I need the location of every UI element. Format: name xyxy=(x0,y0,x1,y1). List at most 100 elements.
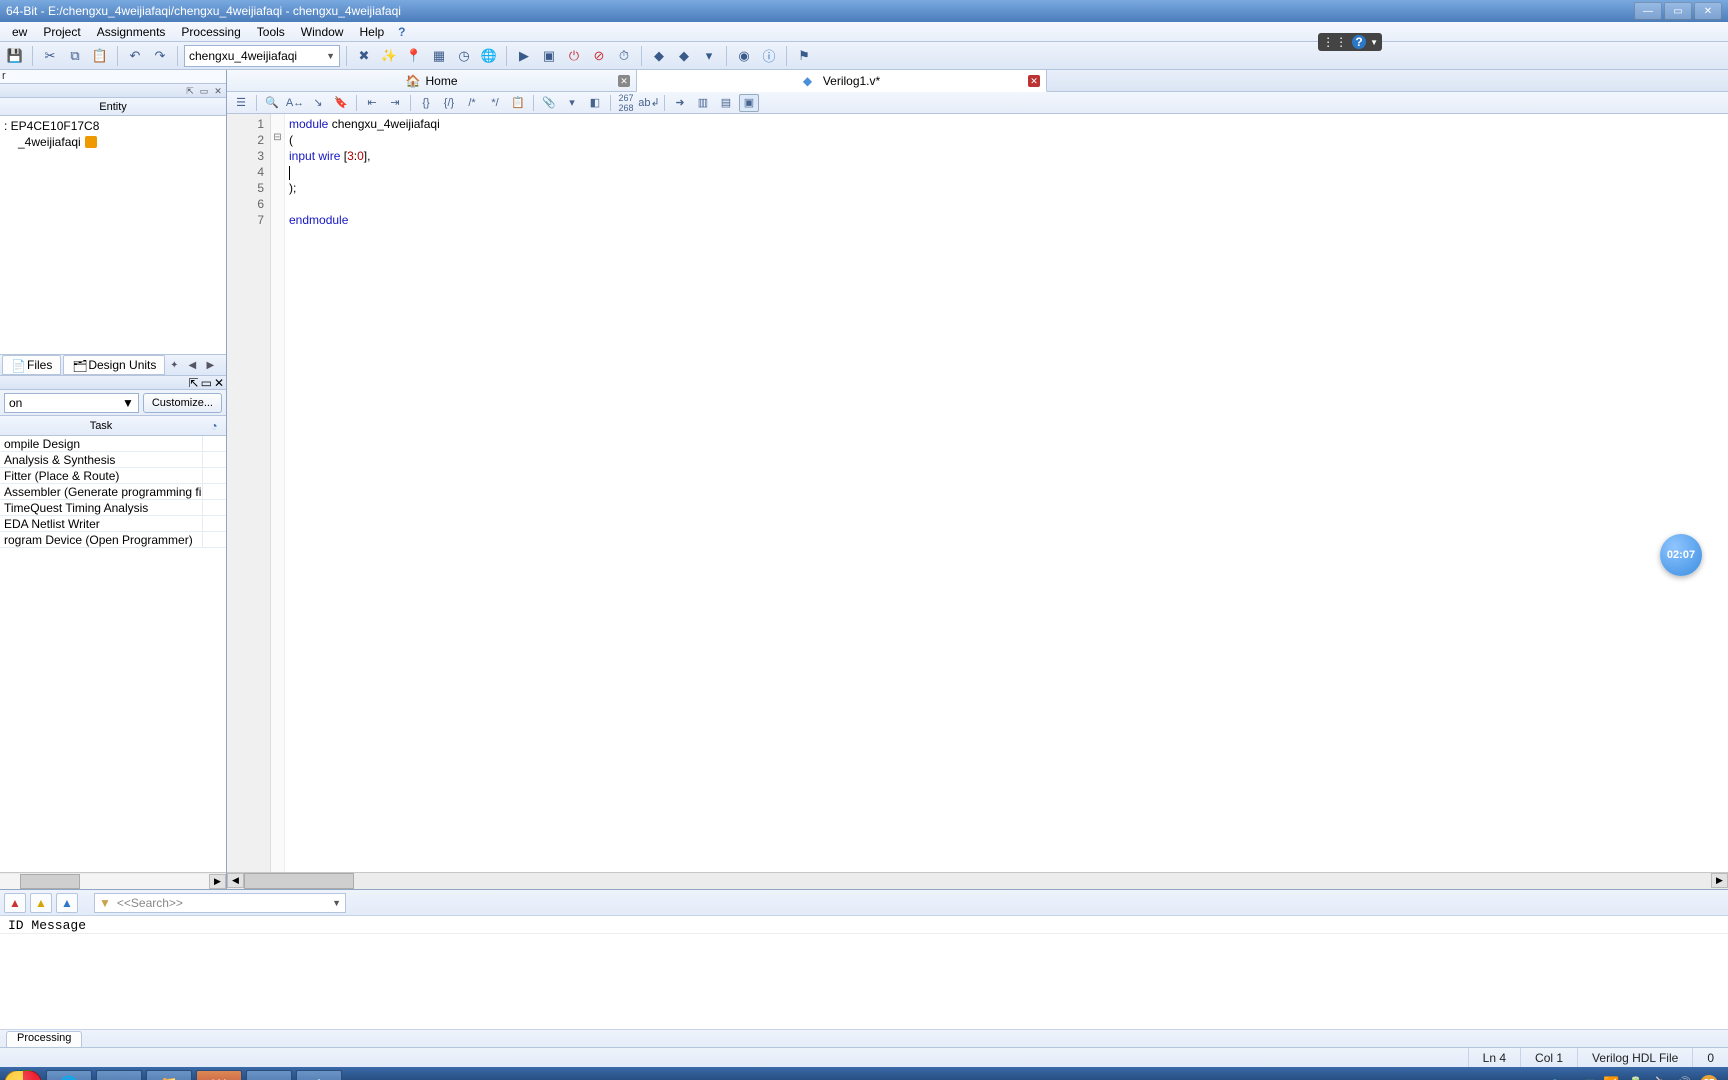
task-row[interactable]: ompile Design xyxy=(0,436,226,452)
close-panel-icon[interactable]: ✕ xyxy=(214,376,224,390)
split-v-icon[interactable]: ▤ xyxy=(716,94,736,112)
menu-project[interactable]: Project xyxy=(35,23,88,41)
tray-volume-icon[interactable]: 🔊 xyxy=(1676,1076,1692,1080)
insert-icon[interactable]: ▾ xyxy=(562,94,582,112)
settings-icon[interactable]: ✖ xyxy=(353,45,375,67)
nav-fwd-icon[interactable]: ◆ xyxy=(673,45,695,67)
menu-help[interactable]: Help xyxy=(351,23,392,41)
task-row[interactable]: Fitter (Place & Route) xyxy=(0,468,226,484)
tab-design-units[interactable]: 🗂 Design Units xyxy=(63,355,165,375)
comment-icon[interactable]: {} xyxy=(416,94,436,112)
messages-search[interactable]: ▼ <<Search>> ▼ xyxy=(94,893,346,913)
task-row[interactable]: Analysis & Synthesis xyxy=(0,452,226,468)
tab-processing[interactable]: Processing xyxy=(6,1031,82,1047)
taskbar-app-ie[interactable]: e xyxy=(96,1070,142,1080)
tab-scroll-right[interactable]: ▶ xyxy=(201,360,219,371)
menu-window[interactable]: Window xyxy=(293,23,352,41)
tab-home[interactable]: 🏠 Home ✕ xyxy=(227,70,637,91)
close-panel-icon[interactable]: ✕ xyxy=(212,86,224,96)
help-icon[interactable]: ? xyxy=(398,25,405,39)
tray-network-icon[interactable]: 📶 xyxy=(1603,1076,1619,1080)
taskbar-app-wps[interactable]: W xyxy=(196,1070,242,1080)
flag-icon[interactable]: ⚑ xyxy=(793,45,815,67)
tab-scroll-misc[interactable]: ✦ xyxy=(165,360,183,371)
tray-sync-icon[interactable]: ◐ xyxy=(1568,1076,1576,1080)
goto-icon[interactable]: ↘ xyxy=(308,94,328,112)
taskbar-app-browser[interactable]: 🌐 xyxy=(46,1070,92,1080)
tray-battery-icon[interactable]: 🔋 xyxy=(1627,1076,1643,1080)
nav-back-icon[interactable]: ◆ xyxy=(648,45,670,67)
scrollbar-thumb[interactable] xyxy=(20,874,80,889)
clock-icon[interactable]: ◷ xyxy=(453,45,475,67)
customize-button[interactable]: Customize... xyxy=(143,393,222,413)
filter-info-button[interactable]: ▲ xyxy=(56,893,78,913)
tray-power-icon[interactable]: 🔌 xyxy=(1652,1076,1668,1080)
paste-icon[interactable]: 📋 xyxy=(89,45,111,67)
analyze-icon[interactable]: ⊘ xyxy=(588,45,610,67)
messages-list[interactable] xyxy=(0,934,1728,1029)
filter-error-button[interactable]: ▲ xyxy=(4,893,26,913)
fold-column[interactable]: ⊟ xyxy=(271,114,285,872)
dropdown-icon[interactable]: ▼ xyxy=(1370,38,1378,47)
wrap-icon[interactable]: ab↲ xyxy=(639,94,659,112)
debug-icon[interactable]: ▣ xyxy=(538,45,560,67)
start-button[interactable] xyxy=(4,1070,42,1080)
outdent-icon[interactable]: ⇤ xyxy=(362,94,382,112)
template-icon[interactable]: 📋 xyxy=(508,94,528,112)
cut-icon[interactable]: ✂ xyxy=(39,45,61,67)
scroll-right-icon[interactable]: ▶ xyxy=(1711,873,1728,888)
detach-icon[interactable]: ▭ xyxy=(201,376,212,390)
find-icon[interactable]: 🔍 xyxy=(262,94,282,112)
help-bubble-icon[interactable]: ? xyxy=(1352,35,1366,49)
tray-up-icon[interactable]: ▲ xyxy=(1528,1076,1541,1080)
task-row[interactable]: TimeQuest Timing Analysis xyxy=(0,500,226,516)
task-row[interactable]: Assembler (Generate programming files) xyxy=(0,484,226,500)
task-row[interactable]: rogram Device (Open Programmer) xyxy=(0,532,226,548)
tab-verilog-file[interactable]: ◆ Verilog1.v* ✕ xyxy=(637,70,1047,92)
close-tab-icon[interactable]: ✕ xyxy=(1028,75,1040,87)
copy-icon[interactable]: ⧉ xyxy=(64,45,86,67)
taskbar-app-explorer[interactable]: 📁 xyxy=(146,1070,192,1080)
timing-icon[interactable]: ⏱ xyxy=(613,45,635,67)
globe-icon[interactable]: 🌐 xyxy=(478,45,500,67)
replace-icon[interactable]: A↔ xyxy=(285,94,305,112)
bookmark-icon[interactable]: 🔖 xyxy=(331,94,351,112)
taskbar-app-quartus[interactable]: ◆ xyxy=(296,1070,342,1080)
tree-row-top-entity[interactable]: _4weijiafaqi xyxy=(4,134,222,150)
minimize-button[interactable]: — xyxy=(1634,2,1662,20)
close-tab-icon[interactable]: ✕ xyxy=(618,75,630,87)
report-icon[interactable]: ◉ xyxy=(733,45,755,67)
menu-view[interactable]: ew xyxy=(4,23,35,41)
project-selector[interactable]: chengxu_4weijiafaqi ▼ xyxy=(184,45,340,67)
tree-row-device[interactable]: : EP4CE10F17C8 xyxy=(4,118,222,134)
macro-icon[interactable]: ◧ xyxy=(585,94,605,112)
scroll-right-icon[interactable]: ▶ xyxy=(209,874,226,889)
wand-icon[interactable]: ✨ xyxy=(378,45,400,67)
save-icon[interactable]: 💾 xyxy=(4,45,26,67)
task-row[interactable]: EDA Netlist Writer xyxy=(0,516,226,532)
taskbar-app-360[interactable]: e xyxy=(246,1070,292,1080)
stop-icon[interactable]: ⏻ xyxy=(563,45,585,67)
block-comment-icon[interactable]: /* xyxy=(462,94,482,112)
redo-icon[interactable]: ↷ xyxy=(149,45,171,67)
single-view-icon[interactable]: ▣ xyxy=(739,94,759,112)
scroll-left-icon[interactable]: ◀ xyxy=(227,873,244,888)
block-uncomment-icon[interactable]: */ xyxy=(485,94,505,112)
tasks-hscroll[interactable]: ▶ xyxy=(0,872,226,889)
menu-tools[interactable]: Tools xyxy=(249,23,293,41)
code-editor[interactable]: 1234567 ⊟ module chengxu_4weijiafaqi(inp… xyxy=(227,114,1728,872)
format-icon[interactable]: 267268 xyxy=(616,94,636,112)
tasks-list[interactable]: ompile Design Analysis & Synthesis Fitte… xyxy=(0,436,226,872)
maximize-button[interactable]: ▭ xyxy=(1664,2,1692,20)
scrollbar-thumb[interactable] xyxy=(244,873,354,889)
tray-badge[interactable]: 85 xyxy=(1700,1075,1718,1080)
undo-icon[interactable]: ↶ xyxy=(124,45,146,67)
pin-icon[interactable]: 📍 xyxy=(403,45,425,67)
uncomment-icon[interactable]: {/} xyxy=(439,94,459,112)
split-h-icon[interactable]: ▥ xyxy=(693,94,713,112)
code-content[interactable]: module chengxu_4weijiafaqi(input wire [3… xyxy=(285,114,1728,872)
attach-icon[interactable]: 📎 xyxy=(539,94,559,112)
close-button[interactable]: ✕ xyxy=(1694,2,1722,20)
menu-assignments[interactable]: Assignments xyxy=(89,23,174,41)
line-nums-icon[interactable]: ☰ xyxy=(231,94,251,112)
